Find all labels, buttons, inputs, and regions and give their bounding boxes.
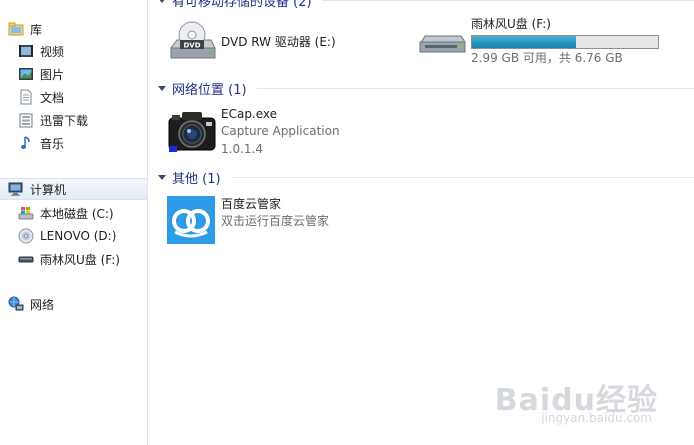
drive-free-space: 2.99 GB 可用，共 6.76 GB xyxy=(471,51,623,65)
nav-item-network[interactable]: 网络 xyxy=(0,293,147,315)
nav-label: 音乐 xyxy=(40,136,65,151)
baidu-cloud-icon xyxy=(167,196,217,246)
nav-item-music[interactable]: 音乐 xyxy=(0,132,147,154)
dvd-drive-icon: DVD xyxy=(167,18,217,68)
drive-name: DVD RW 驱动器 (E:) xyxy=(221,35,336,49)
disc-drive-icon xyxy=(18,228,34,244)
group-title: 其他 (1) xyxy=(172,171,221,187)
watermark-subtext: jingyan.baidu.com xyxy=(541,411,652,425)
group-divider xyxy=(321,0,694,1)
item-tile-baidu-cloud[interactable]: 百度云管家 双击运行百度云管家 xyxy=(167,196,329,246)
windows-drive-icon xyxy=(18,205,34,221)
network-icon xyxy=(8,296,24,312)
document-icon xyxy=(18,89,34,105)
group-title: 有可移动存储的设备 (2) xyxy=(172,0,312,10)
group-header-removable[interactable]: 有可移动存储的设备 (2) xyxy=(149,0,694,10)
nav-item-drive-c[interactable]: 本地磁盘 (C:) xyxy=(0,202,147,224)
library-icon xyxy=(8,21,24,37)
group-header-other[interactable]: 其他 (1) xyxy=(149,167,694,187)
item-tile-ecap[interactable]: ECap.exe Capture Application 1.0.1.4 xyxy=(167,106,340,158)
nav-item-drive-f[interactable]: 雨林风U盘 (F:) xyxy=(0,248,147,270)
nav-label: 库 xyxy=(30,22,43,37)
drive-tile-dvd[interactable]: DVD DVD RW 驱动器 (E:) xyxy=(167,18,336,68)
baidu-watermark: Baidu经验 jingyan.baidu.com xyxy=(495,375,658,425)
group-title: 网络位置 (1) xyxy=(172,82,247,98)
nav-item-computer[interactable]: 计算机 xyxy=(0,178,147,200)
group-header-network-locations[interactable]: 网络位置 (1) xyxy=(149,78,694,98)
music-icon xyxy=(18,135,34,151)
nav-label: 网络 xyxy=(30,297,55,312)
nav-label: 雨林风U盘 (F:) xyxy=(40,252,120,267)
nav-label: 视频 xyxy=(40,44,65,59)
group-divider xyxy=(256,87,694,89)
pictures-icon xyxy=(18,66,34,82)
nav-label: 图片 xyxy=(40,67,65,82)
storage-usage-fill xyxy=(472,36,576,48)
camera-icon xyxy=(167,106,217,156)
content-pane: 有可移动存储的设备 (2) DVD DVD RW 驱动器 (E:) 雨林风U盘 … xyxy=(149,0,694,445)
nav-item-pictures[interactable]: 图片 xyxy=(0,63,147,85)
drive-tile-usb[interactable]: 雨林风U盘 (F:) 2.99 GB 可用，共 6.76 GB xyxy=(417,14,659,67)
svg-text:DVD: DVD xyxy=(183,42,200,50)
nav-item-thunder-downloads[interactable]: 迅雷下载 xyxy=(0,109,147,131)
collapse-chevron-icon[interactable] xyxy=(157,0,166,5)
item-name: ECap.exe xyxy=(221,107,278,121)
item-description: 双击运行百度云管家 xyxy=(221,214,330,228)
download-folder-icon xyxy=(18,112,34,128)
nav-label: 本地磁盘 (C:) xyxy=(40,206,114,221)
nav-label: 文档 xyxy=(40,90,65,105)
group-divider xyxy=(230,176,694,178)
nav-item-drive-d[interactable]: LENOVO (D:) xyxy=(0,225,147,247)
video-icon xyxy=(18,43,34,59)
item-description: Capture Application xyxy=(221,124,340,138)
storage-usage-bar xyxy=(471,35,659,49)
item-version: 1.0.1.4 xyxy=(221,142,263,156)
navigation-pane: 库 视频 图片 文档 迅雷下载 音乐 计算机 本地磁盘 (C:) LENOVO … xyxy=(0,0,148,445)
nav-label: 计算机 xyxy=(30,182,67,197)
nav-label: LENOVO (D:) xyxy=(40,229,117,243)
item-name: 百度云管家 xyxy=(221,197,282,211)
nav-label: 迅雷下载 xyxy=(40,113,89,128)
usb-drive-icon xyxy=(417,14,467,64)
nav-item-videos[interactable]: 视频 xyxy=(0,40,147,62)
nav-item-documents[interactable]: 文档 xyxy=(0,86,147,108)
computer-icon xyxy=(8,181,24,197)
collapse-chevron-icon[interactable] xyxy=(157,84,166,93)
usb-drive-icon xyxy=(18,251,34,267)
nav-item-library[interactable]: 库 xyxy=(0,18,147,40)
drive-name: 雨林风U盘 (F:) xyxy=(471,17,551,31)
collapse-chevron-icon[interactable] xyxy=(157,173,166,182)
